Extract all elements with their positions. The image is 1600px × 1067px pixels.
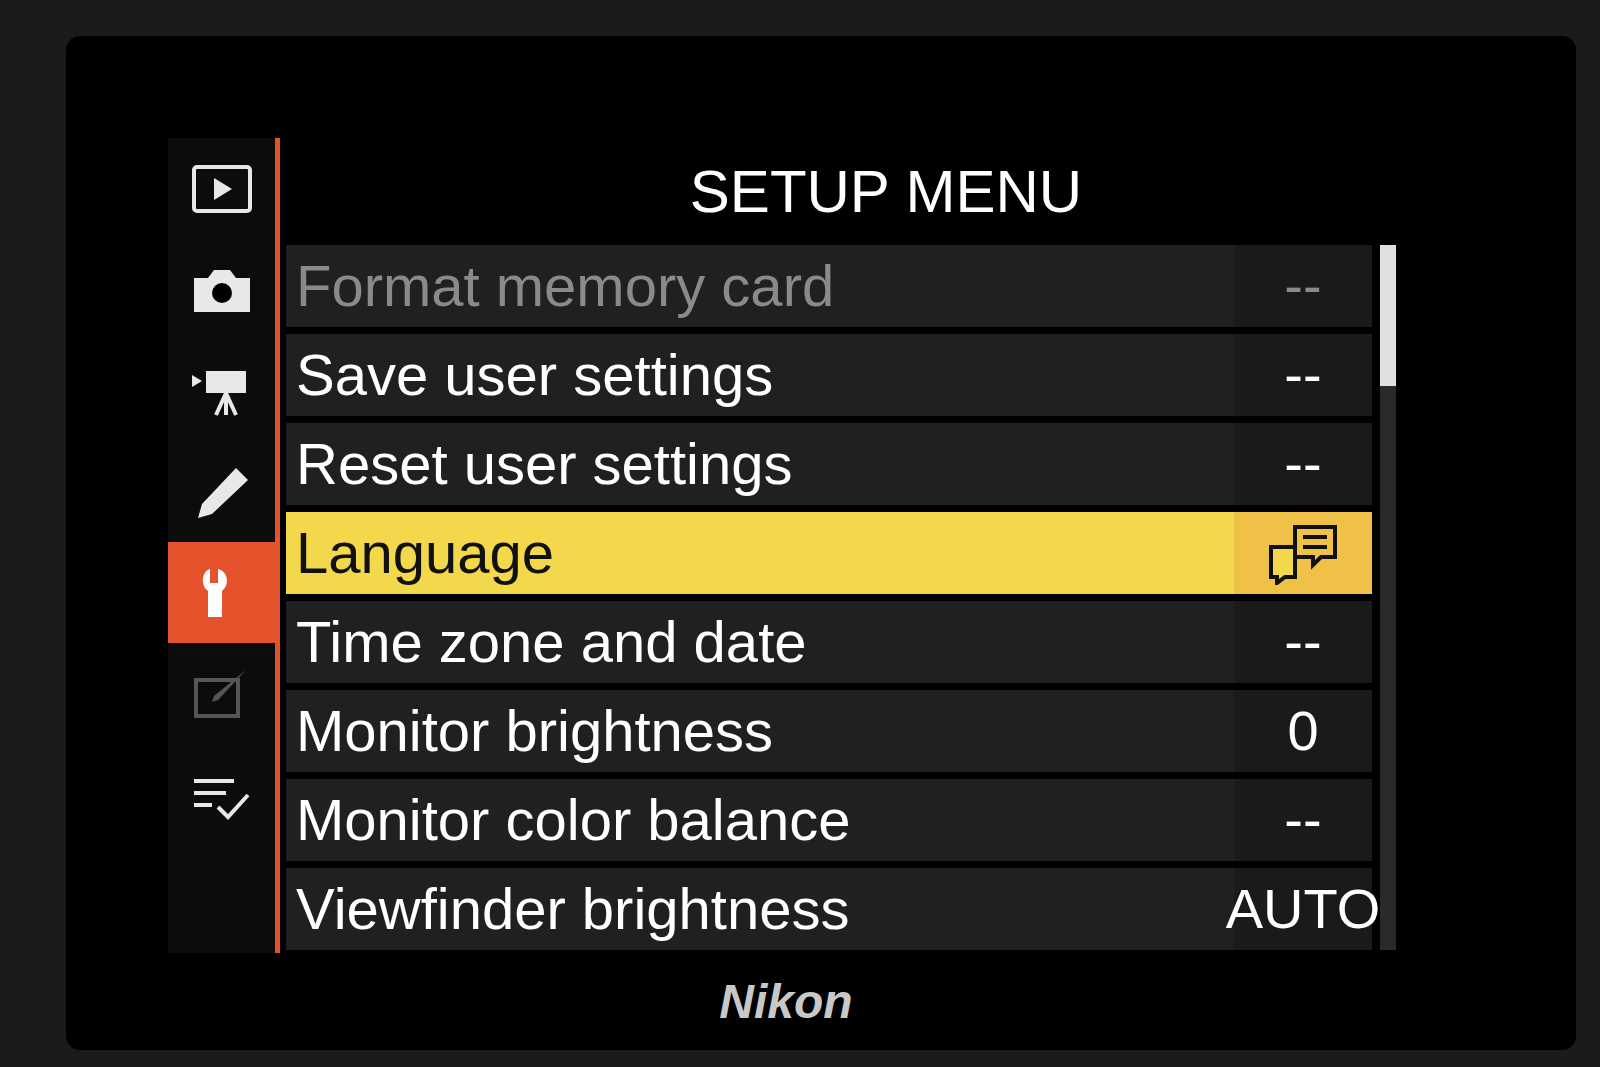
playback-icon [190, 161, 254, 217]
sidebar [168, 138, 280, 953]
language-icon [1265, 521, 1341, 585]
menu-title: SETUP MENU [286, 138, 1576, 245]
movie-camera-icon [190, 363, 254, 419]
menu-row-value: -- [1234, 245, 1372, 327]
sidebar-tab[interactable] [168, 744, 275, 845]
menu-row-value: 0 [1234, 690, 1372, 772]
my-menu-icon [190, 767, 254, 823]
menu-list: Format memory card--Save user settings--… [286, 245, 1372, 950]
menu-panel: SETUP MENUFormat memory card--Save user … [280, 138, 1576, 953]
wrench-icon [190, 565, 254, 621]
sidebar-tab[interactable] [168, 239, 275, 340]
camera-icon [190, 262, 254, 318]
menu-row[interactable]: Monitor brightness0 [286, 690, 1372, 772]
sidebar-tab[interactable] [168, 138, 275, 239]
menu-row-label: Language [286, 512, 1234, 594]
menu-row-label: Monitor color balance [286, 779, 1234, 861]
menu-row[interactable]: Save user settings-- [286, 334, 1372, 416]
menu-row-value: -- [1234, 423, 1372, 505]
scrollbar-thumb[interactable] [1380, 245, 1396, 386]
menu-row-value [1234, 512, 1372, 594]
menu-row-label: Viewfinder brightness [286, 868, 1234, 950]
sidebar-tab[interactable] [168, 441, 275, 542]
menu-row-value: -- [1234, 334, 1372, 416]
menu-row-value: AUTO [1234, 868, 1372, 950]
menu-row[interactable]: Format memory card-- [286, 245, 1372, 327]
menu-area: SETUP MENUFormat memory card--Save user … [66, 36, 1576, 953]
menu-row[interactable]: Language [286, 512, 1372, 594]
menu-row[interactable]: Viewfinder brightnessAUTO [286, 868, 1372, 950]
menu-row-value: -- [1234, 779, 1372, 861]
scrollbar[interactable] [1380, 245, 1396, 950]
sidebar-tab[interactable] [168, 542, 275, 643]
menu-row[interactable]: Monitor color balance-- [286, 779, 1372, 861]
menu-row-value: -- [1234, 601, 1372, 683]
menu-row-label: Format memory card [286, 245, 1234, 327]
menu-row-label: Time zone and date [286, 601, 1234, 683]
brand-logo: Nikon [719, 978, 852, 1026]
menu-row-label: Save user settings [286, 334, 1234, 416]
menu-row[interactable]: Reset user settings-- [286, 423, 1372, 505]
menu-row-label: Reset user settings [286, 423, 1234, 505]
camera-body: SETUP MENUFormat memory card--Save user … [0, 0, 1600, 1067]
retouch-icon [190, 666, 254, 722]
menu-row[interactable]: Time zone and date-- [286, 601, 1372, 683]
pencil-icon [190, 464, 254, 520]
sidebar-tab[interactable] [168, 643, 275, 744]
camera-screen: SETUP MENUFormat memory card--Save user … [66, 36, 1576, 1050]
sidebar-tab[interactable] [168, 340, 275, 441]
menu-row-label: Monitor brightness [286, 690, 1234, 772]
